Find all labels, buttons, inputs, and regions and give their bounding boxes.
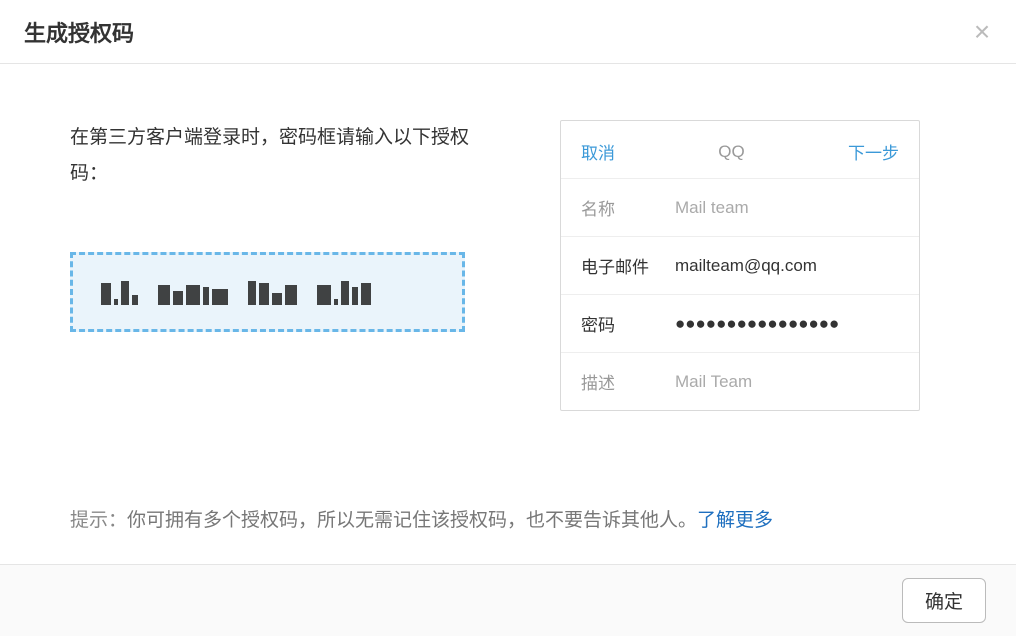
phone-header: 取消 QQ 下一步 [561,121,919,179]
phone-row-name: 名称 Mail team [561,179,919,237]
phone-password-value: ●●●●●●●●●●●●●●●● [675,314,899,334]
phone-desc-value: Mail Team [675,372,899,392]
phone-row-email: 电子邮件 mailteam@qq.com [561,237,919,295]
left-column: 在第三方客户端登录时，密码框请输入以下授权码： [70,120,490,564]
auth-code-box[interactable] [70,252,465,332]
hint-body: 你可拥有多个授权码，所以无需记住该授权码，也不要告诉其他人。 [127,510,697,531]
right-column: 取消 QQ 下一步 名称 Mail team 电子邮件 mailteam@qq.… [560,120,920,564]
confirm-button[interactable]: 确定 [902,578,986,623]
phone-desc-label: 描述 [581,369,675,394]
hint-prefix: 提示： [70,510,127,531]
phone-title: QQ [718,142,744,162]
phone-password-label: 密码 [581,311,675,336]
phone-email-value: mailteam@qq.com [675,256,899,276]
auth-code-dialog: 生成授权码 × 在第三方客户端登录时，密码框请输入以下授权码： [0,0,1016,636]
instruction-text: 在第三方客户端登录时，密码框请输入以下授权码： [70,120,490,192]
phone-cancel-button[interactable]: 取消 [581,139,615,164]
phone-name-value: Mail team [675,198,899,218]
dialog-footer: 确定 [0,564,1016,636]
close-icon[interactable]: × [966,16,998,48]
dialog-title: 生成授权码 [24,16,134,48]
phone-row-desc: 描述 Mail Team [561,353,919,410]
phone-row-password: 密码 ●●●●●●●●●●●●●●●● [561,295,919,353]
phone-next-button[interactable]: 下一步 [848,139,899,164]
learn-more-link[interactable]: 了解更多 [697,510,773,531]
phone-name-label: 名称 [581,195,675,220]
dialog-content: 在第三方客户端登录时，密码框请输入以下授权码： 取消 QQ 下一步 [0,64,1016,564]
dialog-header: 生成授权码 × [0,0,1016,64]
phone-example-card: 取消 QQ 下一步 名称 Mail team 电子邮件 mailteam@qq.… [560,120,920,411]
auth-code-blurred [101,279,371,305]
hint-line: 提示：你可拥有多个授权码，所以无需记住该授权码，也不要告诉其他人。了解更多 [70,505,773,532]
phone-email-label: 电子邮件 [581,253,675,278]
